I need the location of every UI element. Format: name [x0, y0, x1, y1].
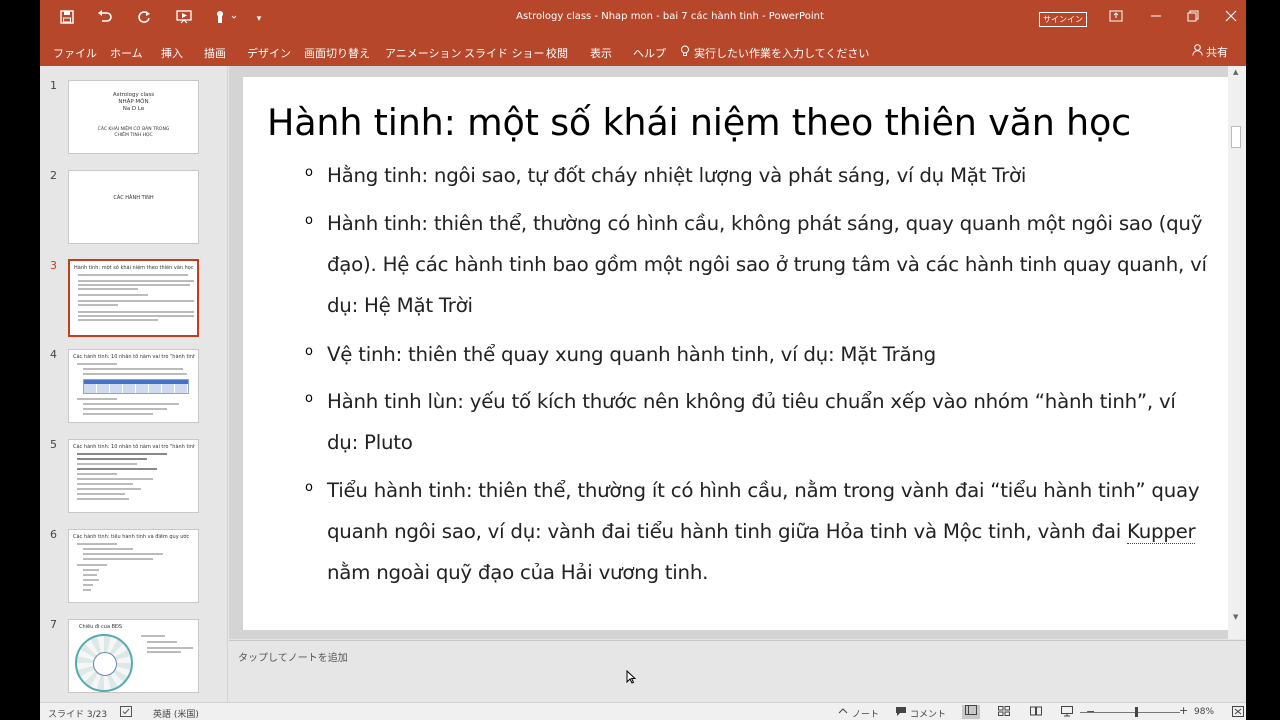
bullet-marker: o: [305, 344, 313, 359]
title-bar: ▾ Astrology class - Nhap mon - bai 7 các…: [40, 0, 1246, 38]
tab-review[interactable]: 校閲: [546, 45, 568, 61]
slide-thumbnail-6[interactable]: Các hành tinh: tiểu hành tinh và điểm qu…: [68, 529, 199, 603]
tab-animations[interactable]: アニメーション: [385, 45, 462, 61]
save-icon[interactable]: [56, 9, 78, 29]
bullet-5-main: Tiểu hành tinh: thiên thể, thường ít có …: [327, 479, 1200, 543]
thumb-number-1: 1: [50, 79, 57, 92]
touch-mode-icon[interactable]: [212, 9, 242, 29]
status-bar: スライド 3/23 英語 (米国) ノート コメント − + 98%: [40, 702, 1246, 720]
slide-sorter-view-icon[interactable]: [998, 706, 1010, 719]
thumb1-line3: Na D Le: [122, 106, 145, 112]
share-label: 共有: [1206, 46, 1228, 59]
tab-slideshow[interactable]: スライド ショー: [464, 45, 545, 61]
thumb7-chart-wheel: [75, 634, 133, 692]
undo-icon[interactable]: [94, 9, 116, 29]
slide-editor: Hành tinh: một số khái niệm theo thiên v…: [229, 66, 1246, 639]
bullet-marker: o: [305, 165, 313, 180]
spelling-error-word: Kupper: [1127, 520, 1196, 544]
slideshow-from-start-icon[interactable]: [173, 9, 195, 29]
mouse-cursor-icon: [626, 669, 637, 688]
thumb1-line5: CHIÊM TINH HỌC: [114, 133, 153, 138]
slide-thumbnail-7[interactable]: Chiều đi của BĐS: [68, 619, 199, 693]
scrollbar-thumb[interactable]: [1231, 126, 1241, 148]
powerpoint-window: ▾ Astrology class - Nhap mon - bai 7 các…: [40, 0, 1246, 720]
redo-icon[interactable]: [133, 9, 155, 29]
sign-in-button[interactable]: サインイン: [1039, 12, 1087, 27]
bullet-4-text[interactable]: Hành tinh lùn: yếu tố kích thước nên khô…: [327, 381, 1207, 463]
slide-thumbnail-2[interactable]: CÁC HÀNH TINH: [68, 170, 199, 244]
slide-title[interactable]: Hành tinh: một số khái niệm theo thiên v…: [267, 101, 1131, 144]
bullet-5-tail: nằm ngoài quỹ đạo của Hải vương tinh.: [327, 561, 709, 584]
thumb1-line2: NHẬP MÔN: [118, 99, 149, 105]
bullet-marker: o: [305, 480, 313, 495]
thumb-number-3: 3: [50, 259, 57, 272]
tab-help[interactable]: ヘルプ: [633, 45, 666, 61]
slide-canvas[interactable]: Hành tinh: một số khái niệm theo thiên v…: [243, 77, 1228, 630]
vertical-scrollbar[interactable]: ▲ ▼: [1228, 66, 1246, 639]
tab-transitions[interactable]: 画面切り替え: [304, 45, 370, 61]
restore-icon[interactable]: [1180, 9, 1206, 29]
thumb6-title: Các hành tinh: tiểu hành tinh và điểm qu…: [73, 534, 190, 540]
bullet-marker: o: [305, 391, 313, 406]
thumb2-title: CÁC HÀNH TINH: [113, 195, 154, 201]
ribbon-tabs: ファイル ホーム 挿入 描画 デザイン 画面切り替え アニメーション スライド …: [40, 38, 1246, 66]
person-icon: [1192, 44, 1206, 59]
bullet-3-text[interactable]: Vệ tinh: thiên thể quay xung quanh hành …: [327, 334, 1207, 375]
notes-pane[interactable]: タップしてノートを追加: [229, 640, 1246, 702]
thumb1-line1: Astrology class: [112, 92, 155, 98]
thumb7-title: Chiều đi của BĐS: [79, 624, 123, 630]
tell-me-label: 実行したい作業を入力してください: [694, 47, 870, 60]
thumb4-title: Các hành tinh: 10 nhân tố nằm vai trò "h…: [73, 354, 195, 360]
notes-button[interactable]: ノート: [852, 707, 879, 720]
thumb-number-2: 2: [50, 169, 57, 182]
bullet-marker: o: [305, 213, 313, 228]
tell-me-search[interactable]: 実行したい作業を入力してください: [680, 45, 869, 61]
slide-position: スライド 3/23: [48, 710, 108, 720]
thumb-number-6: 6: [50, 528, 57, 541]
zoom-in-icon[interactable]: +: [1179, 704, 1188, 717]
normal-view-icon[interactable]: [962, 705, 980, 719]
close-icon[interactable]: [1218, 9, 1244, 29]
thumb5-title: Các hành tinh: 10 nhân tố nằm vai trò "h…: [73, 444, 195, 450]
zoom-slider[interactable]: [1080, 712, 1180, 713]
reading-view-icon[interactable]: [1030, 706, 1042, 719]
thumb-number-7: 7: [50, 618, 57, 631]
scroll-down-icon[interactable]: ▼: [1233, 613, 1238, 621]
slide-thumbnail-5[interactable]: Các hành tinh: 10 nhân tố nằm vai trò "h…: [68, 439, 199, 513]
window-title: Astrology class - Nhap mon - bai 7 các h…: [516, 11, 824, 22]
tab-home[interactable]: ホーム: [110, 45, 143, 61]
thumb4-table: [83, 379, 189, 394]
zoom-slider-handle[interactable]: [1135, 707, 1138, 717]
ribbon-display-options-icon[interactable]: [1103, 9, 1129, 29]
bullet-1-text[interactable]: Hằng tinh: ngôi sao, tự đốt cháy nhiệt l…: [327, 155, 1207, 196]
tab-view[interactable]: 表示: [590, 45, 612, 61]
slide-thumbnail-1[interactable]: Astrology class NHẬP MÔN Na D Le CÁC KHÁ…: [68, 80, 199, 154]
tab-design[interactable]: デザイン: [247, 45, 291, 61]
notes-placeholder: タップしてノートを追加: [238, 653, 348, 664]
tab-file[interactable]: ファイル: [53, 45, 97, 61]
slide-thumbnail-4[interactable]: Các hành tinh: 10 nhân tố nằm vai trò "h…: [68, 349, 199, 423]
thumb-number-4: 4: [50, 348, 57, 361]
minimize-icon[interactable]: [1143, 9, 1169, 29]
bullet-2-text[interactable]: Hành tinh: thiên thể, thường có hình cầu…: [327, 203, 1207, 326]
comments-button[interactable]: コメント: [910, 707, 946, 720]
slide-thumbnails-pane: 1 Astrology class NHẬP MÔN Na D Le CÁC K…: [40, 66, 228, 702]
notes-icon[interactable]: [838, 706, 848, 719]
share-button[interactable]: 共有: [1192, 44, 1228, 60]
comments-icon[interactable]: [895, 706, 907, 720]
fit-to-window-icon[interactable]: [1232, 706, 1244, 720]
bullet-5-text[interactable]: Tiểu hành tinh: thiên thể, thường ít có …: [327, 470, 1207, 593]
spelling-check-icon[interactable]: [120, 706, 132, 720]
language-indicator[interactable]: 英語 (米国): [153, 707, 199, 720]
thumb3-title: Hành tinh: một số khái niệm theo thiên v…: [74, 265, 194, 271]
slide-thumbnail-3[interactable]: Hành tinh: một số khái niệm theo thiên v…: [68, 259, 199, 337]
slideshow-view-icon[interactable]: [1061, 706, 1073, 720]
tab-draw[interactable]: 描画: [204, 45, 226, 61]
zoom-level[interactable]: 98%: [1194, 707, 1214, 717]
lightbulb-icon: [680, 45, 694, 60]
customize-qat-icon[interactable]: ▾: [248, 9, 270, 29]
scroll-up-icon[interactable]: ▲: [1233, 68, 1238, 76]
tab-insert[interactable]: 挿入: [161, 45, 183, 61]
thumb-number-5: 5: [50, 438, 57, 451]
